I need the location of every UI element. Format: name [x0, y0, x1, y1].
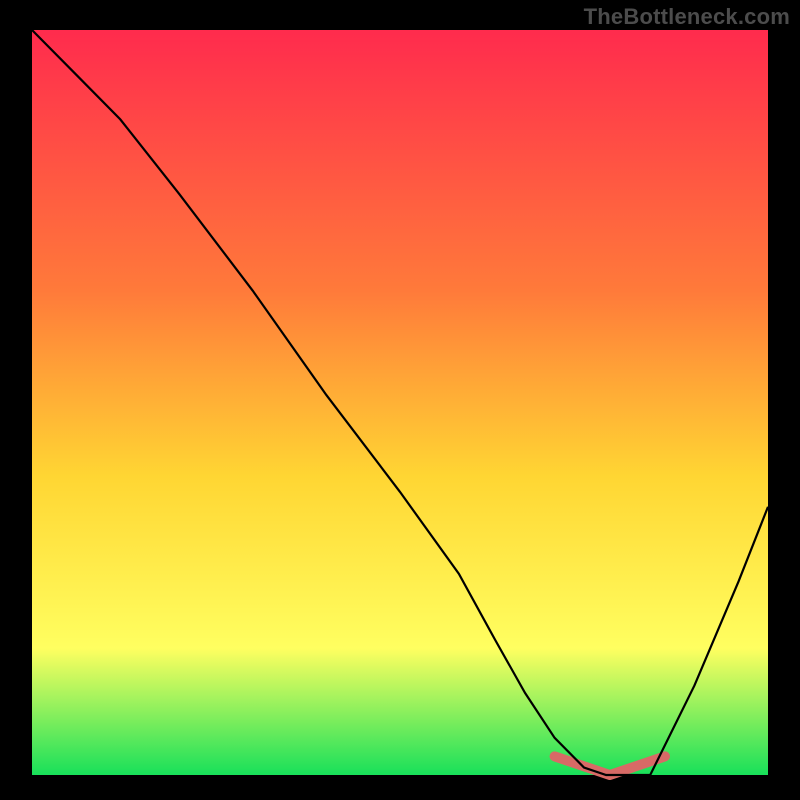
- plot-background: [32, 30, 768, 775]
- watermark-label: TheBottleneck.com: [584, 4, 790, 30]
- chart-frame: TheBottleneck.com: [0, 0, 800, 800]
- bottleneck-chart: [0, 0, 800, 800]
